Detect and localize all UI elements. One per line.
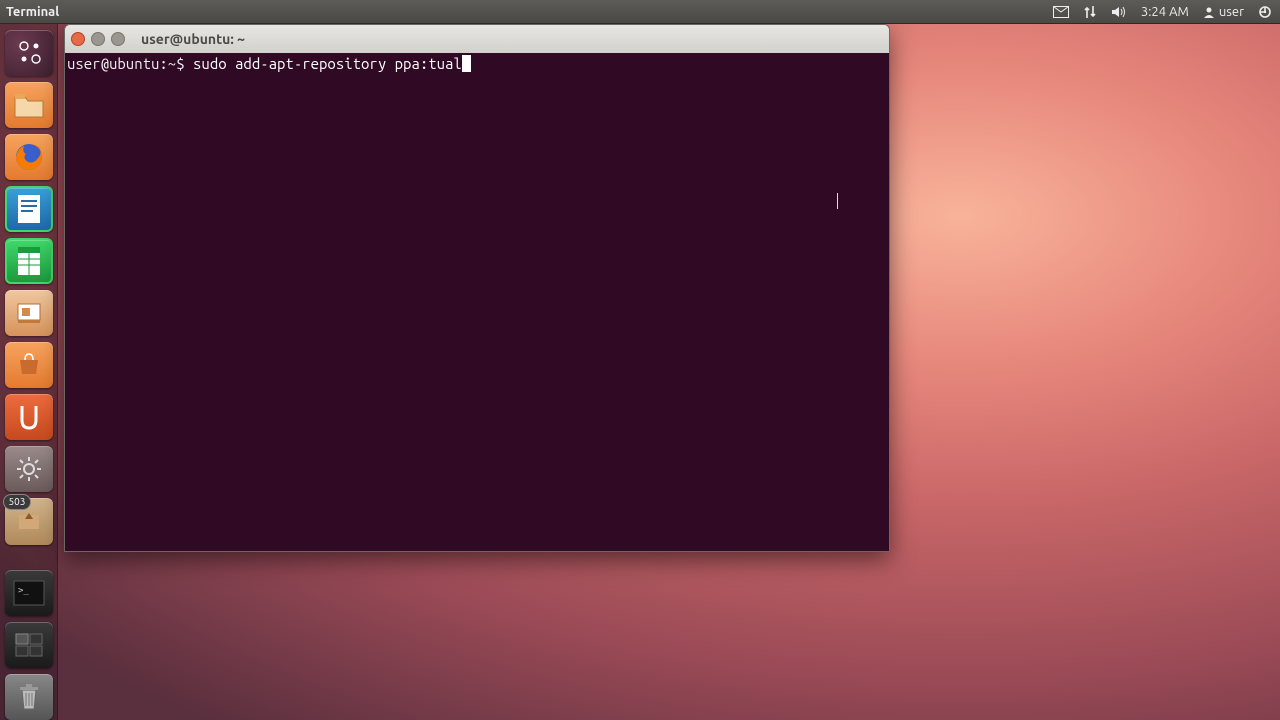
launcher-ubuntu-one[interactable] xyxy=(5,394,53,440)
launcher-impress[interactable] xyxy=(5,290,53,336)
terminal-body[interactable]: user@ubuntu:~$ sudo add-apt-repository p… xyxy=(65,53,889,551)
launcher-writer[interactable] xyxy=(5,186,53,232)
terminal-cursor xyxy=(462,55,471,72)
launcher-workspace-switcher[interactable] xyxy=(5,622,53,668)
close-icon[interactable] xyxy=(71,32,85,46)
unity-launcher: 503 >_ xyxy=(0,24,58,720)
launcher-terminal[interactable]: >_ xyxy=(5,570,53,616)
maximize-icon[interactable] xyxy=(111,32,125,46)
window-titlebar[interactable]: user@ubuntu: ~ xyxy=(65,25,889,53)
mail-icon[interactable] xyxy=(1053,6,1069,18)
launcher-trash[interactable] xyxy=(5,674,53,720)
terminal-command: sudo add-apt-repository ppa:tual xyxy=(193,55,462,72)
launcher-software-center[interactable] xyxy=(5,342,53,388)
terminal-window: user@ubuntu: ~ user@ubuntu:~$ sudo add-a… xyxy=(64,24,890,552)
user-icon[interactable]: user xyxy=(1203,5,1244,19)
update-badge: 503 xyxy=(3,494,32,510)
text-caret xyxy=(837,193,838,209)
clock[interactable]: 3:24 AM xyxy=(1141,5,1189,19)
launcher-files[interactable] xyxy=(5,82,53,128)
launcher-settings[interactable] xyxy=(5,446,53,492)
power-icon[interactable] xyxy=(1258,5,1272,19)
active-app-name: Terminal xyxy=(0,5,59,19)
launcher-update-manager[interactable]: 503 xyxy=(5,498,53,544)
launcher-dash[interactable] xyxy=(5,30,53,76)
terminal-prompt: user@ubuntu:~$ xyxy=(67,55,193,72)
window-title: user@ubuntu: ~ xyxy=(141,31,245,47)
svg-text:>_: >_ xyxy=(18,586,29,596)
minimize-icon[interactable] xyxy=(91,32,105,46)
launcher-calc[interactable] xyxy=(5,238,53,284)
user-name: user xyxy=(1219,5,1244,19)
network-icon[interactable] xyxy=(1083,5,1097,19)
top-panel: Terminal 3:24 AM user xyxy=(0,0,1280,24)
sound-icon[interactable] xyxy=(1111,5,1127,19)
launcher-firefox[interactable] xyxy=(5,134,53,180)
